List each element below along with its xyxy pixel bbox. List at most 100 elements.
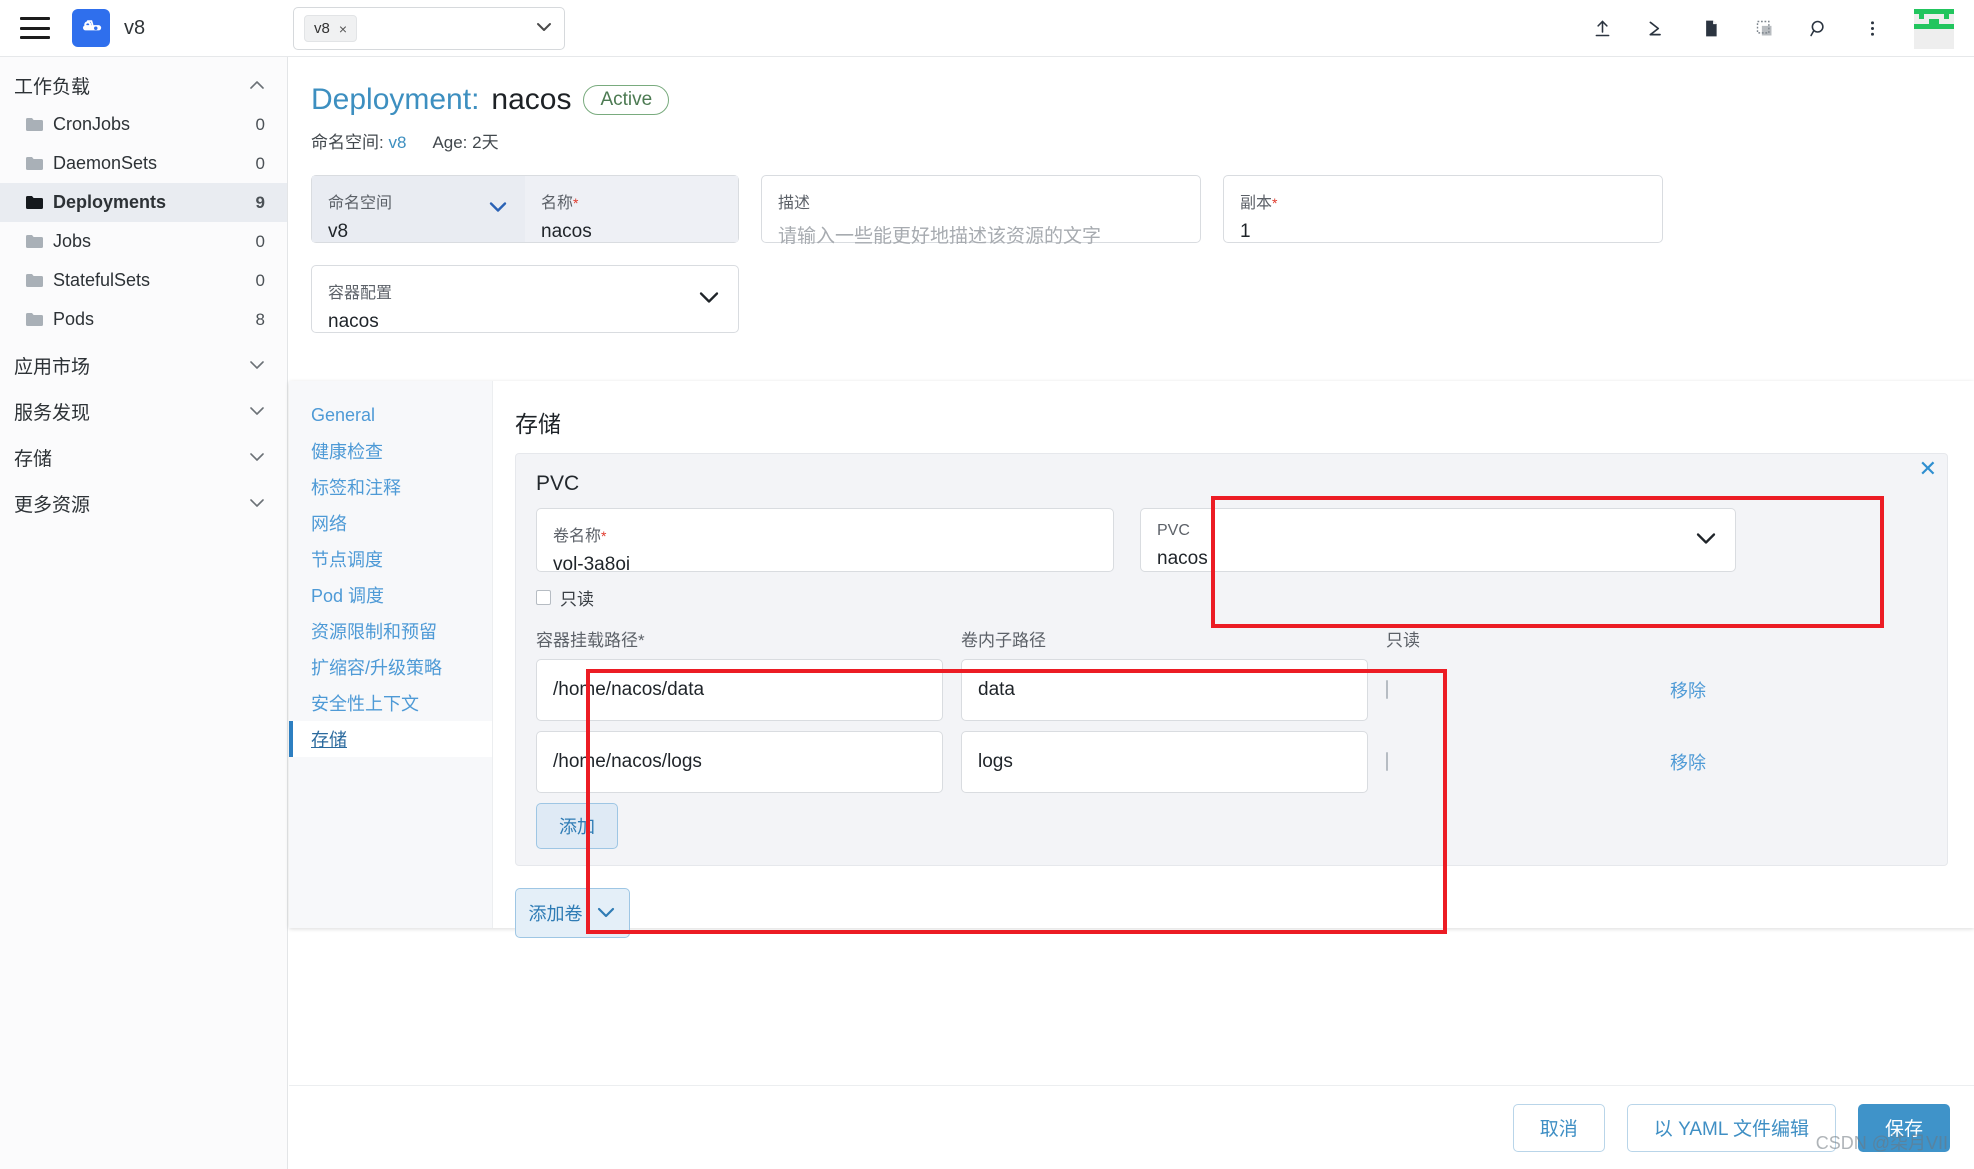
storage-heading: 存储: [515, 411, 561, 437]
tab-label: General: [311, 404, 376, 425]
sidebar-item-statefulsets[interactable]: StatefulSets 0: [0, 261, 287, 300]
volume-top-row: 卷名称* vol-3a8oi PVC nacos: [536, 508, 1927, 575]
page-title: Deployment: nacos Active: [311, 83, 1974, 117]
pvc-select-value: nacos: [1157, 548, 1208, 569]
sidebar-group-label: 服务发现: [14, 402, 91, 424]
sidebar-item-pods[interactable]: Pods 8: [0, 300, 287, 339]
mount-table: 容器挂载路径* 卷内子路径 只读 /home/nacos/data data 移…: [536, 626, 1927, 849]
name-field-value: nacos: [541, 221, 592, 242]
tab-network[interactable]: 网络: [289, 505, 492, 541]
main-content: Deployment: nacos Active 命名空间: v8 Age: 2…: [289, 57, 1974, 1169]
tab-pod-scheduling[interactable]: Pod 调度: [289, 577, 492, 613]
description-field[interactable]: 描述 请输入一些能更好地描述该资源的文字: [761, 175, 1201, 247]
sidebar-item-deployments[interactable]: Deployments 9: [0, 183, 287, 222]
tab-storage[interactable]: 存储: [289, 721, 492, 757]
sidebar-item-jobs[interactable]: Jobs 0: [0, 222, 287, 261]
namespace-selector[interactable]: v8 ×: [293, 7, 565, 50]
folder-icon: [26, 157, 43, 170]
sidebar-item-daemonsets[interactable]: DaemonSets 0: [0, 144, 287, 183]
chevron-down-icon[interactable]: [696, 289, 722, 310]
sidebar-item-count: 0: [255, 270, 265, 290]
add-mount-button[interactable]: 添加: [536, 803, 618, 849]
volume-name-label: 卷名称*: [553, 522, 1097, 546]
sidebar-item-count: 9: [255, 192, 265, 212]
pvc-select[interactable]: PVC nacos: [1140, 508, 1736, 572]
form-row-primary: 命名空间 v8 名称* nacos 描述 请输入一些能更好地描述该资源的文字 副…: [289, 153, 1974, 247]
namespace-chip[interactable]: v8 ×: [304, 15, 358, 42]
page-header: Deployment: nacos Active 命名空间: v8 Age: 2…: [289, 57, 1974, 153]
tab-label: 安全性上下文: [311, 694, 419, 714]
sidebar-group-storage[interactable]: 存储: [0, 437, 287, 477]
edit-yaml-button[interactable]: 以 YAML 文件编辑: [1626, 1103, 1836, 1152]
tab-node-scheduling[interactable]: 节点调度: [289, 541, 492, 577]
cancel-button[interactable]: 取消: [1512, 1103, 1605, 1152]
checkbox-icon[interactable]: [536, 590, 551, 605]
namespace-meta: 命名空间: v8: [311, 128, 406, 153]
volume-readonly-toggle[interactable]: 只读: [536, 585, 1927, 610]
column-header-readonly: 只读: [1386, 631, 1420, 650]
checkbox-icon[interactable]: [1386, 680, 1388, 699]
replicas-field[interactable]: 副本* 1: [1223, 175, 1663, 243]
namespace-field-value: v8: [328, 221, 349, 242]
file-icon[interactable]: [1698, 17, 1722, 41]
remove-button[interactable]: 移除: [1670, 681, 1706, 701]
name-field-label: 名称*: [541, 189, 722, 213]
add-volume-label: 添加卷: [528, 904, 583, 924]
volume-name-value: vol-3a8oi: [553, 554, 631, 575]
sidebar-group-more-resources[interactable]: 更多资源: [0, 483, 287, 523]
namespace-select[interactable]: 命名空间 v8: [312, 176, 525, 242]
hamburger-icon[interactable]: [20, 17, 50, 39]
age-meta: Age: 2天: [432, 128, 498, 153]
namespace-meta-value[interactable]: v8: [388, 133, 406, 152]
terminal-icon[interactable]: [1644, 17, 1668, 41]
copy-icon[interactable]: [1752, 17, 1776, 41]
row-readonly-cell: [1386, 680, 1586, 699]
chevron-down-icon[interactable]: [487, 200, 509, 219]
sidebar-group-service-discovery[interactable]: 服务发现: [0, 391, 287, 431]
sidebar-group-label: 存储: [14, 448, 53, 470]
save-button[interactable]: 保存: [1857, 1103, 1950, 1152]
sidebar-group-app-market[interactable]: 应用市场: [0, 345, 287, 385]
sub-path-input[interactable]: logs: [961, 731, 1368, 793]
close-icon[interactable]: ✕: [1919, 458, 1937, 480]
sidebar-group-label: 应用市场: [14, 356, 91, 378]
sidebar-group-workloads[interactable]: 工作负载: [0, 65, 287, 105]
tab-label: 网络: [311, 514, 347, 534]
tab-label: 健康检查: [311, 442, 383, 462]
avatar[interactable]: [1914, 8, 1954, 49]
tab-scaling-upgrade-strategy[interactable]: 扩缩容/升级策略: [289, 649, 492, 685]
sidebar-item-label: DaemonSets: [53, 153, 158, 173]
mount-path-input[interactable]: /home/nacos/logs: [536, 731, 943, 793]
sidebar-group-label: 更多资源: [14, 494, 91, 516]
resource-name: nacos: [491, 83, 572, 116]
search-icon[interactable]: [1806, 17, 1830, 41]
sidebar-item-label: Jobs: [53, 231, 92, 251]
age-meta-label: Age:: [432, 133, 468, 152]
row-readonly-cell: [1386, 752, 1586, 771]
add-volume-button[interactable]: 添加卷: [515, 888, 630, 938]
tab-resource-limits[interactable]: 资源限制和预留: [289, 613, 492, 649]
resource-kind: Deployment:: [311, 83, 480, 116]
volume-card: ✕ PVC 卷名称* vol-3a8oi PVC nacos 只读 容器挂载路径…: [515, 453, 1948, 866]
tab-health-check[interactable]: 健康检查: [289, 433, 492, 469]
tab-general[interactable]: General: [289, 397, 492, 433]
chevron-down-icon: [595, 903, 617, 924]
close-icon[interactable]: ×: [339, 21, 347, 37]
checkbox-icon[interactable]: [1386, 752, 1388, 771]
name-field[interactable]: 名称* nacos: [525, 176, 738, 242]
sidebar-item-count: 0: [255, 231, 265, 251]
tab-labels-annotations[interactable]: 标签和注释: [289, 469, 492, 505]
more-vertical-icon[interactable]: [1860, 17, 1884, 41]
tab-security-context[interactable]: 安全性上下文: [289, 685, 492, 721]
sidebar-item-label: Deployments: [53, 192, 167, 212]
replicas-field-label: 副本*: [1240, 189, 1646, 213]
sub-path-input[interactable]: data: [961, 659, 1368, 721]
chevron-down-icon: [249, 358, 265, 373]
volume-name-field[interactable]: 卷名称* vol-3a8oi: [536, 508, 1114, 575]
container-config-select[interactable]: 容器配置 nacos: [311, 265, 739, 333]
chevron-down-icon[interactable]: [1693, 530, 1719, 551]
mount-path-input[interactable]: /home/nacos/data: [536, 659, 943, 721]
sidebar-item-cronjobs[interactable]: CronJobs 0: [0, 105, 287, 144]
remove-button[interactable]: 移除: [1670, 753, 1706, 773]
upload-icon[interactable]: [1590, 17, 1614, 41]
